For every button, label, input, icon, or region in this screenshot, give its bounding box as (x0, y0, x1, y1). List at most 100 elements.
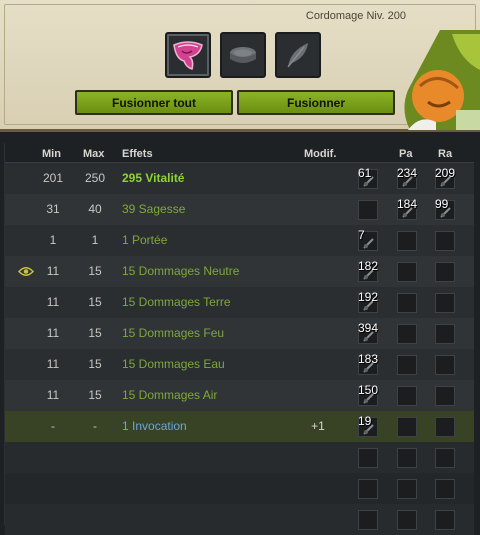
modif-value (307, 194, 329, 225)
rune-slot-pa[interactable] (397, 448, 417, 468)
rune-slot-ba[interactable] (358, 200, 378, 220)
effect-label: 15 Dommages Eau (122, 357, 225, 371)
table-row[interactable]: 31 40 39 Sagesse 184 99 (5, 194, 474, 225)
rune-slot-ba[interactable]: 183 (358, 352, 379, 375)
rune-slot-pa[interactable] (397, 231, 417, 251)
rune-slot-ra[interactable]: 209 (435, 166, 456, 189)
rune-count: 183 (358, 352, 379, 366)
modif-value (307, 256, 329, 287)
max-value: 15 (88, 388, 102, 402)
modif-value (307, 349, 329, 380)
effect-label: 1 Portée (122, 233, 168, 247)
rune-slot-ba[interactable]: 150 (358, 383, 379, 406)
rune-slot-ba[interactable] (358, 479, 378, 499)
table-row[interactable]: 1 1 1 Portée 7 (5, 225, 474, 256)
item-level-label: Cordomage Niv. 200 (305, 10, 406, 22)
rune-slot-pa[interactable] (397, 417, 417, 437)
table-row[interactable]: - - 1 Invocation +1 19 (5, 411, 474, 442)
rune-slot-pa[interactable]: 184 (397, 197, 417, 220)
max-value: 40 (88, 202, 102, 216)
rune-slot-pa[interactable] (397, 386, 417, 406)
rune-slot-pa[interactable] (397, 479, 417, 499)
col-min: Min (42, 148, 61, 160)
rune-slot-ra[interactable] (435, 262, 455, 282)
max-value: 15 (88, 357, 102, 371)
rune-slot-ra[interactable]: 99 (435, 197, 455, 220)
min-value: 11 (46, 326, 60, 340)
fuse-all-button[interactable]: Fusionner tout (75, 90, 233, 115)
rune-count: 182 (358, 259, 379, 273)
rune-slot-ra[interactable] (435, 386, 455, 406)
rune-slot-ra[interactable] (435, 324, 455, 344)
table-row[interactable]: 11 15 15 Dommages Feu 394 (5, 318, 474, 349)
table-row[interactable]: 11 15 15 Dommages Neutre 182 (5, 256, 474, 287)
rune-slot-ra[interactable] (435, 448, 455, 468)
empty-row (5, 473, 474, 504)
rune-slot-ba[interactable] (358, 448, 378, 468)
table-row[interactable]: 11 15 15 Dommages Eau 183 (5, 349, 474, 380)
rune-slot-ra[interactable] (435, 355, 455, 375)
table-header: Min Max Effets Modif. Pa Ra (5, 143, 474, 163)
rune-count: 61 (358, 166, 372, 180)
rune-slot-ra[interactable] (435, 510, 455, 530)
rune-slot-pa[interactable] (397, 262, 417, 282)
eye-icon[interactable] (18, 266, 34, 277)
rune-slot-pa[interactable]: 234 (397, 166, 417, 189)
effect-label: 1 Invocation (122, 419, 187, 433)
table-row[interactable]: 11 15 15 Dommages Terre 192 (5, 287, 474, 318)
item-slot[interactable] (165, 32, 211, 78)
modif-value (307, 287, 329, 318)
col-pa: Pa (399, 148, 413, 160)
rune-slot-ra[interactable] (435, 417, 455, 437)
rune-slot[interactable] (220, 32, 266, 78)
rune-count: 150 (358, 383, 379, 397)
rune-count: 192 (358, 290, 379, 304)
rune-slot-pa[interactable] (397, 355, 417, 375)
rune-slot-ba[interactable]: 394 (358, 321, 379, 344)
effect-label: 15 Dommages Neutre (122, 264, 240, 278)
rune-count: 7 (358, 228, 365, 242)
min-value: 31 (46, 202, 60, 216)
modif-value (307, 318, 329, 349)
modif-value: +1 (311, 419, 325, 433)
rune-count: 209 (435, 166, 456, 180)
rune-slot-pa[interactable] (397, 510, 417, 530)
fused-item-icon (173, 41, 203, 70)
effect-label: 295 Vitalité (122, 171, 185, 185)
modif-value (307, 380, 329, 411)
max-value: 15 (88, 264, 102, 278)
item-panel: Cordomage Niv. 200 Fusionner tout Fusion… (0, 0, 480, 132)
modif-value (307, 163, 329, 194)
table-row[interactable]: 201 250 295 Vitalité 61 234 209 (5, 163, 474, 194)
min-value: 11 (46, 295, 60, 309)
rune-slot-ba[interactable]: 7 (358, 228, 378, 251)
max-value: 1 (91, 233, 99, 247)
rune-slot-ra[interactable] (435, 479, 455, 499)
min-value: 201 (42, 171, 64, 185)
effects-table: Min Max Effets Modif. Pa Ra 201 250 295 Vi… (4, 143, 474, 535)
rune-slot-ra[interactable] (435, 293, 455, 313)
rune-slot-ba[interactable]: 19 (358, 414, 378, 437)
effect-label: 39 Sagesse (122, 202, 186, 216)
fuse-button[interactable]: Fusionner (237, 90, 395, 115)
potion-slot[interactable] (275, 32, 321, 78)
min-value: - (51, 419, 55, 433)
table-row[interactable]: 11 15 15 Dommages Air 150 (5, 380, 474, 411)
rune-slot-pa[interactable] (397, 324, 417, 344)
max-value: - (93, 419, 97, 433)
rune-slot-ba[interactable] (358, 510, 378, 530)
rune-slot-ba[interactable]: 182 (358, 259, 379, 282)
col-effects: Effets (122, 148, 153, 160)
max-value: 15 (88, 326, 102, 340)
max-value: 15 (88, 295, 102, 309)
effect-label: 15 Dommages Air (122, 388, 218, 402)
col-modif: Modif. (304, 148, 337, 160)
feather-icon (287, 43, 308, 68)
min-value: 11 (46, 388, 60, 402)
rune-slot-ra[interactable] (435, 231, 455, 251)
modif-value (307, 225, 329, 256)
rune-count: 394 (358, 321, 379, 335)
rune-slot-ba[interactable]: 192 (358, 290, 379, 313)
rune-slot-pa[interactable] (397, 293, 417, 313)
rune-slot-ba[interactable]: 61 (358, 166, 378, 189)
